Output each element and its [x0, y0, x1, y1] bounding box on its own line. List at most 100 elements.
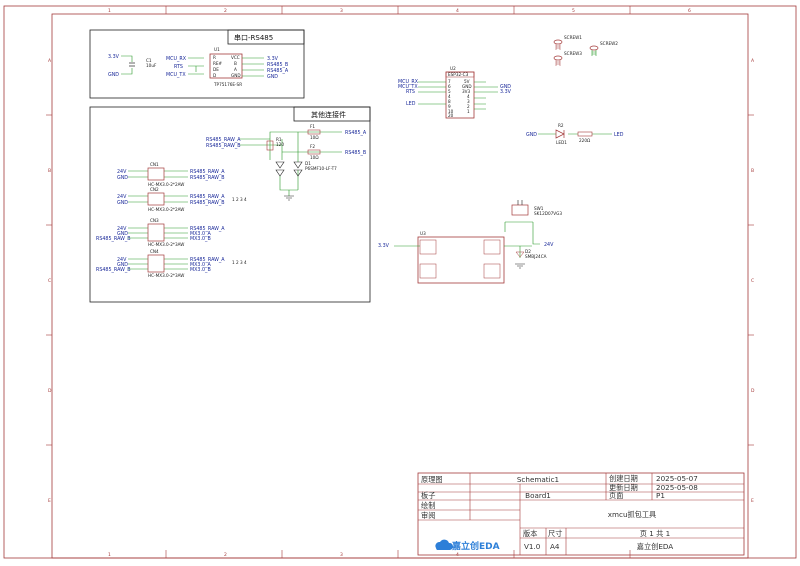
tb-label-schematic: 原理图 [421, 475, 443, 484]
cn2-net-24v: 24V [117, 194, 127, 200]
rs485-ic-part: TP75176E-SR [213, 82, 242, 87]
cn4-net-raw-b: RS485_RAW_B [96, 267, 131, 273]
connector-cn1[interactable]: 24V GND CN1 RS485_RAW_A RS485_RAW_B HC-M… [117, 162, 225, 187]
esp32-module[interactable]: U2 ESP32-C3 7 6 5 4 8 9 10 20 5V GND 3V3… [398, 66, 512, 119]
rs485-right-3v3: 3.3V [267, 56, 279, 62]
col-label-1: 1 [108, 8, 111, 14]
res-val: 120 [276, 142, 284, 147]
connector-block[interactable]: 其他连接件 RS485_RAW_A RS485_RAW_B R1 120 F1 … [89, 106, 371, 303]
tb-size: A4 [550, 542, 560, 551]
out-a-net: RS485_A [345, 130, 367, 136]
led-resistor-ref: R2 [558, 123, 564, 128]
tb-label-created: 创建日期 [609, 474, 638, 483]
row-label-a-right: A [751, 58, 755, 64]
screw-2[interactable]: SCREW2 [589, 41, 618, 56]
row-label-b-right: B [751, 168, 754, 174]
tb-value-created: 2025-05-07 [656, 474, 698, 483]
power-section[interactable]: SW1 SK12D07VG3 24V U3 3.3V D2 SMBJ24CA [378, 200, 562, 284]
row-label-a: A [48, 58, 52, 64]
rs485-right-a: RS485_A [267, 68, 289, 74]
led-resistor-val: 220Ω [579, 138, 591, 143]
ic-pin-a: A [234, 67, 237, 72]
power-net-24v: 24V [544, 242, 554, 248]
col-label-2: 2 [224, 8, 227, 14]
col-label-3: 3 [340, 8, 343, 14]
cn3-ref: CN3 [150, 218, 159, 223]
screw-1-label: SCREW1 [564, 35, 582, 40]
ic-pin-de: DE [213, 67, 219, 72]
rs485-block[interactable]: 串口-RS485 3.3V GND C1 10uF MCU_RX RTS MCU… [89, 29, 305, 99]
svg-text:1: 1 [467, 109, 470, 114]
screws[interactable]: SCREW1 SCREW2 SCREW3 [553, 35, 618, 66]
tb-version: V1.0 [524, 542, 541, 551]
tb-value-schematic: Schematic1 [517, 475, 559, 484]
row-label-d: D [48, 388, 52, 394]
rs485-ic-ref: U1 [214, 47, 220, 52]
tvs-part: P6SMF10-LF-T7 [305, 166, 337, 171]
tb-label-review: 审阅 [421, 511, 435, 520]
mcu-tx-net: MCU_TX [166, 72, 186, 78]
cn1-net-gnd: GND [117, 175, 128, 181]
cn1-net-raw-a: RS485_RAW_A [190, 169, 225, 175]
row-label-c: C [48, 278, 51, 284]
tb-company: 嘉立创EDA [637, 542, 674, 551]
ic-pin-gnd: GND [231, 73, 241, 78]
power-diode-part: SMBJ24CA [525, 254, 547, 259]
power-ic-ref: U3 [420, 231, 426, 236]
esp-part: ESP32-C3 [448, 72, 469, 77]
tb-label-board: 板子 [421, 491, 435, 500]
esp-ref: U2 [450, 66, 456, 71]
cn3-net-mx-b: MX3.0_B [190, 236, 211, 242]
row-ruler [46, 114, 754, 446]
cn2-net-raw-b: RS485_RAW_B [190, 200, 225, 206]
col-label-1-bottom: 1 [108, 552, 111, 558]
ic-pin-b: B [234, 61, 237, 66]
ic-pin-d: D [213, 73, 216, 78]
tb-value-board: Board1 [525, 491, 551, 500]
connector-cn3[interactable]: 24V GND RS485_RAW_B CN3 RS485_RAW_A MX3.… [96, 218, 225, 247]
esp-left-pins: 7 6 5 4 8 9 10 20 [448, 79, 454, 118]
svg-text:20: 20 [448, 113, 454, 118]
cn2-ref: CN2 [150, 187, 159, 192]
screw-3[interactable]: SCREW3 [553, 51, 582, 66]
svg-text:嘉立创EDA: 嘉立创EDA [451, 540, 500, 552]
row-label-c-right: C [751, 278, 754, 284]
led-net-led: LED [614, 132, 624, 138]
led-net-gnd: GND [526, 132, 537, 138]
connector-cn4[interactable]: 24V GND RS485_RAW_B CN4 RS485_RAW_A MX3.… [96, 249, 247, 278]
tb-page-count: 页 1 共 1 [640, 529, 670, 538]
cn1-net-24v: 24V [117, 169, 127, 175]
row-label-b: B [48, 168, 51, 174]
cn2-net-gnd: GND [117, 200, 128, 206]
ic-pin-r: R [213, 55, 216, 60]
out-b-net: RS485_B [345, 150, 366, 156]
cn1-ref: CN1 [150, 162, 159, 167]
tb-label-size: 尺寸 [548, 529, 562, 538]
rs485-title: 串口-RS485 [234, 34, 273, 42]
fuse-f1-val: 10Ω [310, 135, 319, 140]
ic-pin-vcc: VCC [231, 55, 240, 60]
rs485-net-3v3: 3.3V [108, 54, 120, 60]
sw-part: SK12D07VG3 [534, 211, 562, 216]
rs485-right-gnd: GND [267, 74, 278, 80]
led-circuit[interactable]: GND R2 LED1 220Ω LED [526, 123, 624, 145]
connector-cn2[interactable]: 24V GND CN2 RS485_RAW_A RS485_RAW_B HC-M… [117, 187, 247, 212]
col-label-6: 6 [688, 8, 691, 14]
cn4-part: HC-MX3.0-2*3AW [148, 273, 184, 278]
lceda-logo: 嘉立创EDA [435, 539, 500, 552]
col-label-3-bottom: 3 [340, 552, 343, 558]
screw-1[interactable]: SCREW1 [553, 35, 582, 50]
esp-net-led: LED [406, 101, 416, 107]
tb-label-page: 页面 [609, 491, 623, 500]
cap-val: 10uF [146, 63, 157, 68]
raw-b-net: RS485_RAW_B [206, 143, 241, 149]
rs485-right-b: RS485_B [267, 62, 288, 68]
cn4-pin-note: 1 2 3 4 [232, 260, 247, 265]
connector-title: 其他连接件 [311, 110, 346, 119]
inner-border [51, 13, 749, 559]
raw-a-net: RS485_RAW_A [206, 137, 241, 143]
col-label-5: 5 [572, 8, 575, 14]
screw-3-label: SCREW3 [564, 51, 582, 56]
col-label-4: 4 [456, 8, 459, 14]
led-ref: LED1 [556, 140, 567, 145]
